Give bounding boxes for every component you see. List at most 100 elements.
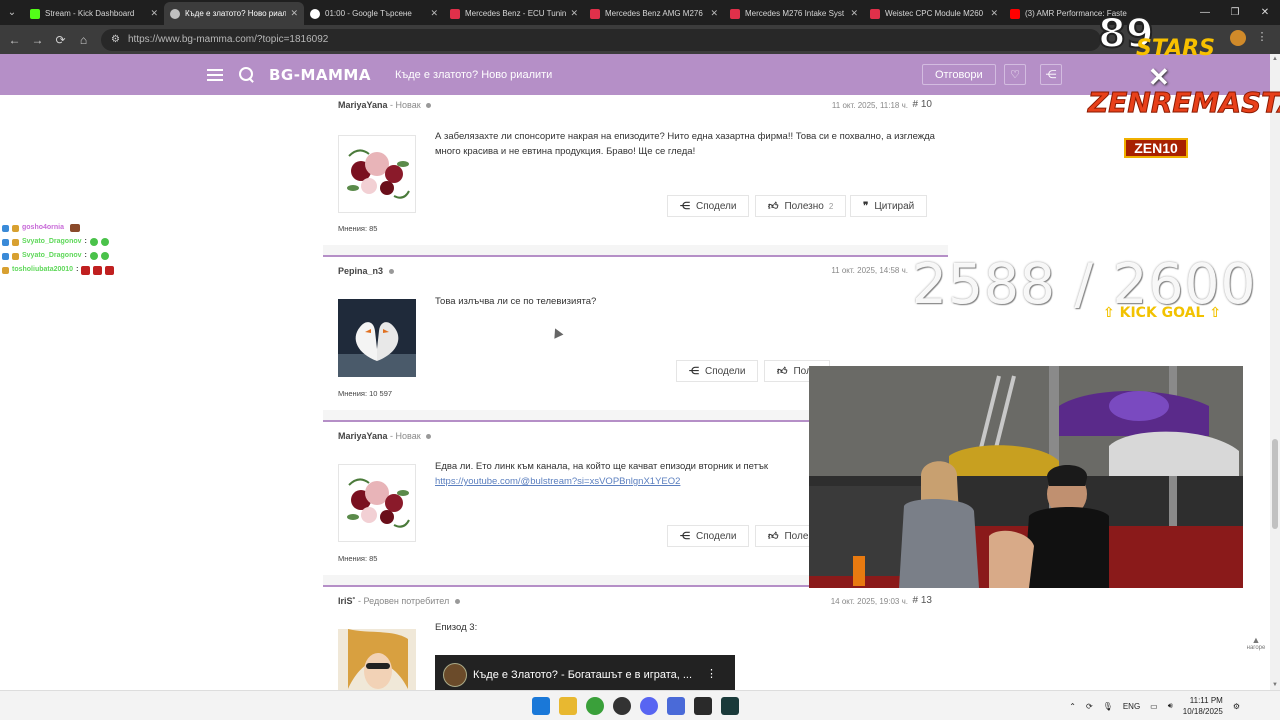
tab-title: Stream - Kick Dashboard xyxy=(45,9,135,18)
youtube-link[interactable]: https://youtube.com/@bulstream?si=xsVOPB… xyxy=(435,476,680,487)
app-icon[interactable] xyxy=(667,697,685,715)
more-options-icon[interactable]: ⋮ xyxy=(706,667,717,680)
post-author[interactable]: IriS˚ xyxy=(338,596,356,606)
windows-taskbar: ⌃ ⟳ 🎙︎ ENG ▭ 🔊︎ 11:11 PM 10/18/2025 ⚙ xyxy=(0,690,1280,720)
avatar[interactable] xyxy=(338,464,416,542)
scroll-down-icon[interactable]: ▼ xyxy=(1272,682,1278,688)
windows-start-icon[interactable] xyxy=(532,697,550,715)
post-opinions: Мнения: 10 597 xyxy=(338,389,393,398)
network-icon[interactable]: ▭ xyxy=(1150,702,1158,711)
back-icon[interactable]: ← xyxy=(3,25,26,54)
useful-label: Поле xyxy=(784,530,809,542)
kick-goal-label: ⇧ KICK GOAL ⇧ xyxy=(1103,305,1221,321)
tab-m276-intake[interactable]: Mercedes M276 Intake Syst ✕ xyxy=(724,2,864,25)
tab-amg-m276[interactable]: Mercedes Benz AMG M276 ✕ xyxy=(584,2,724,25)
avatar[interactable] xyxy=(338,135,416,213)
app-icon[interactable] xyxy=(721,697,739,715)
status-dot-icon xyxy=(454,599,460,605)
channel-avatar-icon[interactable] xyxy=(443,663,467,687)
avatar[interactable] xyxy=(338,299,416,377)
post-author[interactable]: MariyaYana xyxy=(338,431,388,441)
tab-ecu-tuning[interactable]: Mercedes Benz - ECU Tuning ✕ xyxy=(444,2,584,25)
microphone-icon[interactable]: 🎙︎ xyxy=(1103,702,1113,711)
arrow-up-icon: ⇧ xyxy=(1103,305,1115,321)
tab-search-icon[interactable]: ⌄ xyxy=(0,0,24,25)
tab-bar: ⌄ Stream - Kick Dashboard ✕ Къде е злато… xyxy=(0,0,1280,25)
close-icon[interactable]: ✕ xyxy=(570,8,578,19)
language-indicator[interactable]: ENG xyxy=(1123,702,1140,711)
tab-weistec[interactable]: Weistec CPC Module M260 ✕ xyxy=(864,2,1004,25)
extensions: ⋮ xyxy=(1230,30,1270,46)
tab-bg-mamma[interactable]: Къде е златото? Ново риали ✕ xyxy=(164,2,304,25)
discord-icon[interactable] xyxy=(640,697,658,715)
page-scrollbar[interactable]: ▲ ▼ xyxy=(1270,54,1280,690)
clock[interactable]: 11:11 PM 10/18/2025 xyxy=(1183,695,1223,717)
badge-icon xyxy=(2,252,9,260)
terminal-icon[interactable] xyxy=(694,697,712,715)
file-explorer-icon[interactable] xyxy=(559,697,577,715)
close-icon[interactable]: ✕ xyxy=(990,8,998,19)
chat-text: : xyxy=(84,238,87,245)
close-icon[interactable]: ✕ xyxy=(290,8,298,19)
extension-icon[interactable] xyxy=(1230,30,1246,46)
post-number[interactable]: # 13 xyxy=(913,595,932,606)
share-button[interactable]: ⋲ Сподели xyxy=(676,360,759,382)
share-button[interactable]: ⋲ Сподели xyxy=(667,195,750,217)
scroll-up-icon[interactable]: ▲ xyxy=(1272,56,1278,62)
favorite-heart-icon[interactable]: ♡ xyxy=(1004,64,1026,85)
chrome-icon[interactable] xyxy=(586,697,604,715)
share-label: Сподели xyxy=(705,365,746,377)
divider xyxy=(323,245,948,257)
youtube-favicon-icon xyxy=(1010,8,1020,19)
close-window-icon[interactable]: ✕ xyxy=(1250,0,1280,25)
tab-kick-dashboard[interactable]: Stream - Kick Dashboard ✕ xyxy=(24,2,164,25)
menu-icon[interactable]: ⋮ xyxy=(1254,30,1270,46)
youtube-embed[interactable]: Къде е Златото? - Богаташът е в играта, … xyxy=(435,655,735,690)
sync-icon[interactable]: ⟳ xyxy=(1086,702,1093,711)
back-to-top-button[interactable]: ▲ нагоре xyxy=(1244,636,1268,656)
reply-button[interactable]: Отговори xyxy=(922,64,996,85)
reload-icon[interactable]: ⟳ xyxy=(49,25,72,54)
stream-chat: gosho4ornia Svyato_Dragonov : Svyato_Dra… xyxy=(2,221,115,277)
post-text: А забелязахте ли спонсорите накрая на еп… xyxy=(435,131,935,157)
chat-user: Svyato_Dragonov xyxy=(22,238,82,245)
post-number[interactable]: # 10 xyxy=(913,99,932,110)
chat-text: : xyxy=(76,266,79,273)
obs-icon[interactable] xyxy=(613,697,631,715)
scroll-thumb[interactable] xyxy=(1272,439,1278,529)
useful-button[interactable]: 👍︎ Полезно 2 xyxy=(755,195,847,217)
status-dot-icon xyxy=(426,434,432,440)
home-icon[interactable]: ⌂ xyxy=(72,25,95,54)
status-dot-icon xyxy=(426,103,432,109)
post-author[interactable]: MariyaYana xyxy=(338,100,388,110)
post-author[interactable]: Pepina_n3 xyxy=(338,266,383,276)
tab-google-search[interactable]: 01:00 - Google Търсене ✕ xyxy=(304,2,444,25)
post-date: 11 окт. 2025, 14:58 ч. xyxy=(831,266,908,275)
url-text: https://www.bg-mamma.com/?topic=1816092 xyxy=(127,34,329,45)
avatar[interactable] xyxy=(338,629,416,690)
chevron-up-icon[interactable]: ⌃ xyxy=(1069,702,1076,711)
tab-title: 01:00 - Google Търсене xyxy=(325,9,412,18)
share-label: Сподели xyxy=(696,200,737,212)
site-logo[interactable]: BG-MAMMA xyxy=(269,66,371,84)
chat-message: Svyato_Dragonov : xyxy=(2,235,114,249)
quote-button[interactable]: ❞ Цитирай xyxy=(850,195,928,217)
video-title[interactable]: Къде е Златото? - Богаташът е в играта, … xyxy=(473,669,692,681)
close-icon[interactable]: ✕ xyxy=(710,8,718,19)
close-icon[interactable]: ✕ xyxy=(850,8,858,19)
settings-icon[interactable]: ⚙ xyxy=(1233,702,1240,711)
search-icon[interactable] xyxy=(239,66,255,83)
share-button[interactable]: ⋲ Сподели xyxy=(667,525,750,547)
share-icon[interactable]: ⋲ xyxy=(1040,64,1062,85)
close-icon[interactable]: ✕ xyxy=(430,8,438,19)
url-input[interactable]: ⚙ https://www.bg-mamma.com/?topic=181609… xyxy=(101,28,1101,51)
site-info-icon[interactable]: ⚙ xyxy=(111,34,120,45)
forward-icon[interactable]: → xyxy=(26,25,49,54)
site-header: BG-MAMMA Къде е златото? Ново риалити От… xyxy=(0,54,1270,95)
zenremasta-logo: ZENREMASTA ZEN10 xyxy=(1088,86,1280,166)
menu-icon[interactable] xyxy=(207,68,223,81)
emote-icon xyxy=(81,265,91,275)
volume-icon[interactable]: 🔊︎ xyxy=(1168,701,1173,711)
close-icon[interactable]: ✕ xyxy=(150,8,158,19)
thumbs-up-icon: 👍︎ xyxy=(777,366,788,377)
